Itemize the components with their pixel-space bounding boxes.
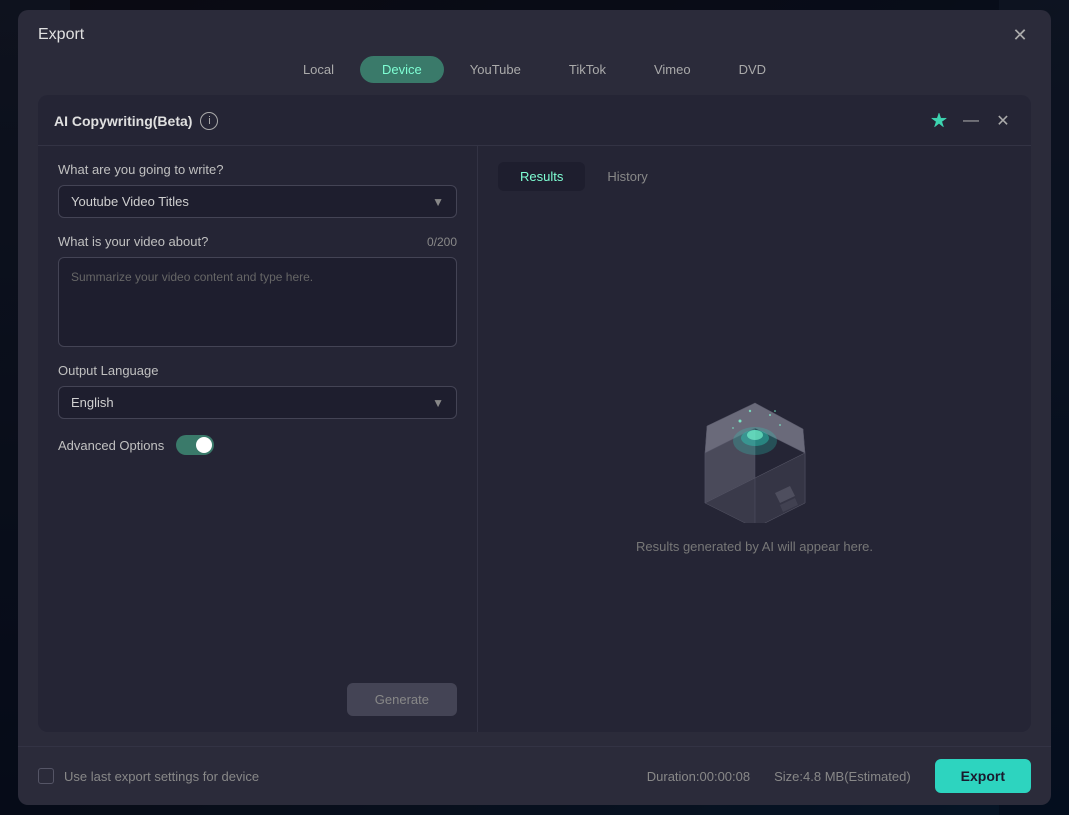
ai-panel-actions: — ✕: [927, 109, 1015, 133]
modal-title: Export: [38, 26, 84, 44]
generate-button[interactable]: Generate: [347, 683, 457, 716]
minimize-button[interactable]: —: [959, 109, 983, 133]
ai-panel-content: What are you going to write? Youtube Vid…: [38, 146, 1031, 732]
duration-stat: Duration:00:00:08: [647, 769, 750, 784]
size-stat: Size:4.8 MB(Estimated): [774, 769, 911, 784]
advanced-toggle[interactable]: [176, 435, 214, 455]
modal-body: AI Copywriting(Beta) i — ✕: [18, 95, 1051, 746]
video-label-row: What is your video about? 0/200: [58, 234, 457, 249]
video-counter: 0/200: [427, 235, 457, 249]
export-modal: Export ✕ Local Device YouTube TikTok Vim…: [18, 10, 1051, 805]
ai-results: Results History: [478, 146, 1031, 732]
modal-footer: Use last export settings for device Dura…: [18, 746, 1051, 805]
ai-panel-close-button[interactable]: ✕: [991, 109, 1015, 133]
footer-right: Duration:00:00:08 Size:4.8 MB(Estimated)…: [647, 759, 1031, 793]
results-tabs: Results History: [498, 162, 1011, 191]
ai-panel-title-group: AI Copywriting(Beta) i: [54, 112, 218, 130]
video-label: What is your video about?: [58, 234, 208, 249]
box-illustration: [675, 373, 835, 523]
tab-device[interactable]: Device: [360, 56, 444, 83]
export-button[interactable]: Export: [935, 759, 1031, 793]
last-settings-label: Use last export settings for device: [64, 769, 259, 784]
video-about-group: What is your video about? 0/200: [58, 234, 457, 347]
modal-header: Export ✕: [18, 10, 1051, 56]
language-select-value: English: [71, 395, 114, 410]
video-textarea[interactable]: [58, 257, 457, 347]
language-select-arrow: ▼: [432, 396, 444, 410]
ai-panel-title: AI Copywriting(Beta): [54, 113, 192, 129]
tab-dvd[interactable]: DVD: [717, 56, 788, 83]
tab-nav: Local Device YouTube TikTok Vimeo DVD: [18, 56, 1051, 95]
footer-left: Use last export settings for device: [38, 768, 259, 784]
last-settings-checkbox[interactable]: [38, 768, 54, 784]
write-select-value: Youtube Video Titles: [71, 194, 189, 209]
advanced-options-row: Advanced Options: [58, 435, 457, 455]
write-select[interactable]: Youtube Video Titles ▼: [58, 185, 457, 218]
write-group: What are you going to write? Youtube Vid…: [58, 162, 457, 218]
ai-panel: AI Copywriting(Beta) i — ✕: [38, 95, 1031, 732]
language-group: Output Language English ▼: [58, 363, 457, 419]
advanced-label: Advanced Options: [58, 438, 164, 453]
tab-vimeo[interactable]: Vimeo: [632, 56, 713, 83]
ai-panel-header: AI Copywriting(Beta) i — ✕: [38, 95, 1031, 146]
language-label: Output Language: [58, 363, 457, 378]
generate-btn-wrap: Generate: [58, 667, 457, 716]
tab-history[interactable]: History: [585, 162, 669, 191]
tab-youtube[interactable]: YouTube: [448, 56, 543, 83]
modal-close-button[interactable]: ✕: [1009, 24, 1031, 46]
results-empty: Results generated by AI will appear here…: [498, 211, 1011, 716]
tab-results[interactable]: Results: [498, 162, 585, 191]
pin-button[interactable]: [927, 109, 951, 133]
write-label: What are you going to write?: [58, 162, 457, 177]
info-icon[interactable]: i: [200, 112, 218, 130]
write-select-arrow: ▼: [432, 195, 444, 209]
tab-tiktok[interactable]: TikTok: [547, 56, 628, 83]
toggle-knob: [196, 437, 212, 453]
tab-local[interactable]: Local: [281, 56, 356, 83]
results-empty-text: Results generated by AI will appear here…: [636, 539, 873, 554]
language-select[interactable]: English ▼: [58, 386, 457, 419]
ai-form: What are you going to write? Youtube Vid…: [38, 146, 478, 732]
